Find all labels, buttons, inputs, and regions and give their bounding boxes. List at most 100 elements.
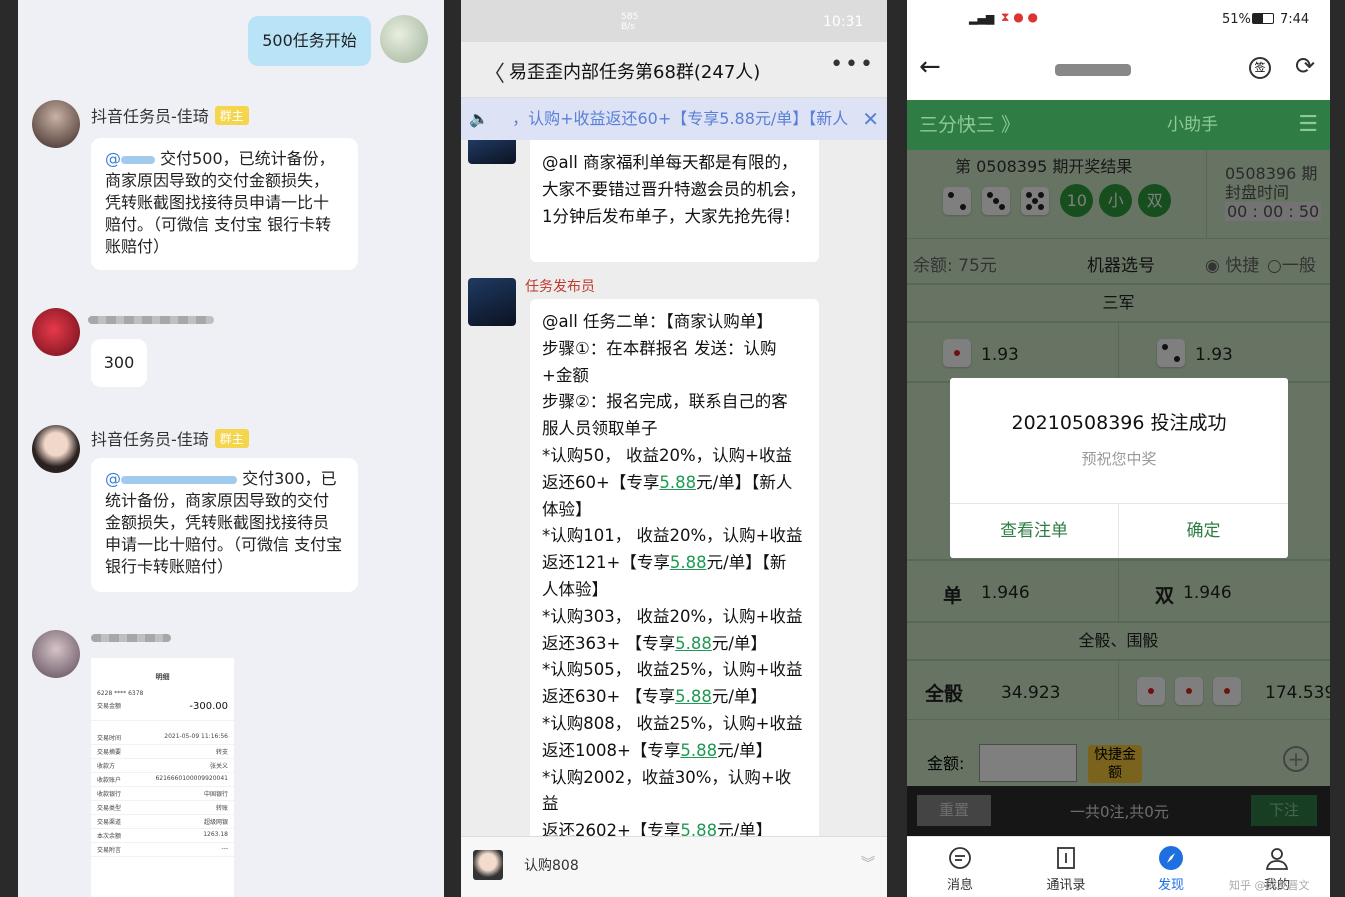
receipt-rows: 交易时间 2021-05-09 11:16:56 交易摘要 转支 收款方 张关义收款账户 6… [91, 731, 234, 857]
dialog-subtitle: 预祝您中奖 [1081, 450, 1157, 468]
receipt-row-key: 本次余额 [97, 833, 122, 840]
chat-header: 〈 易歪歪内部任务第68群(247人) ••• [461, 42, 887, 98]
bet-success-dialog: 20210508396 投注成功 预祝您中奖 查看注单 确定 [950, 378, 1288, 558]
game-name[interactable]: 三分快三 》 [919, 100, 1020, 150]
back-arrow-icon[interactable]: ← [919, 52, 941, 82]
price-link[interactable]: 5.88 [675, 687, 712, 706]
sent-message-bubble[interactable]: 500任务开始 [248, 16, 371, 66]
publisher-name: 任务发布员 [525, 279, 595, 295]
more-icon[interactable]: ••• [830, 52, 875, 77]
receipt-row: 交易摘要 转支 [91, 745, 234, 759]
redacted-name [121, 475, 237, 484]
sent-message-text: 500任务开始 [262, 31, 357, 50]
tab-messages[interactable]: 消息 [930, 845, 990, 893]
speaker-icon: 🔈 [469, 109, 489, 128]
message-bubble-1[interactable]: @ 交付500，已统计备份，商家原因导致的交付金额损失，凭转账截图找接待员申请一… [91, 138, 358, 270]
task-message-line: *认购101， 收益20%，认购+收益 [542, 526, 803, 546]
app-notification-icons: ⧗ ● ● [1001, 10, 1038, 24]
message-text-1: 交付500，已统计备份，商家原因导致的交付金额损失，凭转账截图找接待员申请一比十… [105, 149, 335, 256]
left-chat-panel: 500任务开始 抖音任务员-佳琦 群主 @ 交付500，已统计备份，商家原因导致的… [18, 0, 444, 897]
tab-discover[interactable]: 发现 [1141, 845, 1201, 893]
receipt-row-value: 转支 [215, 749, 228, 756]
task-message-line: *认购303， 收益20%，认购+收益 [542, 606, 803, 626]
publisher-avatar[interactable] [468, 278, 516, 326]
sender-name-1: 抖音任务员-佳琦 群主 [91, 103, 249, 127]
view-bets-button[interactable]: 查看注单 [950, 504, 1119, 558]
tab-contacts[interactable]: 通讯录 [1036, 845, 1096, 893]
task-message-line: *认购50， 收益20%，认购+收益 [542, 445, 792, 465]
message-bubble-1[interactable]: @all 商家福利单每天都是有限的，大家不要错过晋升特邀会员的机会，1分钟后发布… [530, 140, 819, 262]
middle-chat-panel: 585 B/s 10:31 〈 易歪歪内部任务第68群(247人) ••• 🔈 … [461, 0, 887, 897]
mention[interactable]: @ [105, 469, 121, 488]
receipt-row-value: 张关义 [209, 763, 228, 770]
receipt-row-key: 收款银行 [97, 791, 122, 798]
receipt-row-value: 1263.18 [203, 831, 228, 838]
sender-avatar-4[interactable] [32, 630, 80, 678]
message-text-1: @all 商家福利单每天都是有限的，大家不要错过晋升特邀会员的机会，1分钟后发布… [542, 153, 806, 226]
chevron-down-icon[interactable]: ︾ [861, 853, 875, 873]
contacts-icon [1057, 847, 1075, 869]
status-time: 10:31 [823, 14, 864, 30]
status-bar: 585 B/s 10:31 [461, 0, 887, 42]
lottery-app-panel: ▂▄▆ ⧗ ● ● 51% 7:44 ← 签 ⟳ 三分快三 》 小助手 ☰ 第 … [907, 0, 1330, 897]
ticket-icon[interactable]: 签 [1249, 57, 1271, 79]
mention[interactable]: @ [105, 149, 121, 168]
notice-text: ，认购+收益返还60+【专享5.88元/单】【新人 [512, 109, 849, 128]
receipt-row-value: 中国银行 [203, 791, 228, 798]
person-icon [1265, 848, 1289, 870]
redacted-title [1055, 64, 1131, 76]
task-message-line: 返还1008+【专享5.88元/单】 [542, 740, 773, 760]
signal-icon: ▂▄▆ [969, 12, 995, 25]
receipt-row: 收款账户 6216660100009920041 [91, 773, 234, 787]
price-link[interactable]: 5.88 [675, 634, 712, 653]
task-message-line: *认购2002，收益30%，认购+收益 [542, 767, 792, 814]
sender-avatar-1[interactable] [32, 100, 80, 148]
owner-tag: 群主 [214, 106, 249, 125]
receipt-row: 本次余额 1263.18 [91, 829, 234, 843]
receipt-row-value: 超级网银 [203, 819, 228, 826]
task-message-line: +金额 [542, 365, 589, 385]
battery-icon [1252, 13, 1274, 24]
message-bubble-3[interactable]: @ 交付300，已统计备份，商家原因导致的交付金额损失，凭转账截图找接待员申请一… [91, 458, 358, 592]
receipt-row: 交易渠道 超级网银 [91, 815, 234, 829]
reply-text: 认购808 [524, 858, 579, 874]
owner-tag: 群主 [214, 429, 249, 448]
bottom-reply-bar[interactable]: 认购808 ︾ [461, 836, 887, 897]
receipt-amount: -300.00 [189, 701, 228, 712]
confirm-button[interactable]: 确定 [1119, 504, 1288, 558]
group-notice-bar[interactable]: 🔈 ，认购+收益返还60+【专享5.88元/单】【新人 ✕ [461, 98, 887, 140]
close-icon[interactable]: ✕ [856, 98, 879, 140]
task-message-line: 返还121+【专享5.88元/单】【新 [542, 553, 787, 573]
receipt-image[interactable]: 明细 6228 **** 6378 交易金额 -300.00 交易时间 2021-0… [91, 658, 234, 897]
receipt-row-value: 6216660100009920041 [155, 775, 228, 782]
message-bubble-2[interactable]: @all 任务二单：【商家认购单】 步骤①：在本群报名 发送：认购 +金额 步骤②：报… [530, 299, 819, 859]
refresh-icon[interactable]: ⟳ [1295, 52, 1315, 80]
receipt-row-key: 交易时间 [97, 735, 122, 742]
self-avatar[interactable] [380, 15, 428, 63]
chat-title: 易歪歪内部任务第68群(247人) [509, 62, 761, 83]
chat-bubble-icon [949, 847, 971, 869]
menu-icon[interactable]: ☰ [1298, 100, 1318, 150]
redacted-name [121, 155, 155, 164]
task-message-line: 返还630+ 【专享5.88元/单】 [542, 687, 767, 707]
price-link[interactable]: 5.88 [659, 473, 696, 492]
receipt-row-key: 交易渠道 [97, 819, 122, 826]
receipt-amount-label: 交易金额 [97, 703, 122, 710]
task-message-line: @all 任务二单：【商家认购单】 [542, 312, 773, 331]
price-link[interactable]: 5.88 [680, 741, 717, 760]
price-link[interactable]: 5.88 [670, 553, 707, 572]
sender-avatar-2[interactable] [32, 308, 80, 356]
chevron-left-icon[interactable]: 〈 [483, 56, 505, 88]
task-message-line: 返还363+ 【专享5.88元/单】 [542, 633, 767, 653]
sender-avatar[interactable] [468, 140, 516, 164]
receipt-row: 收款方 张关义 [91, 759, 234, 773]
receipt-title: 明细 [155, 673, 170, 681]
message-bubble-2[interactable]: 300 [91, 339, 147, 387]
message-text-2: 300 [103, 353, 135, 372]
receipt-row: 收款银行 中国银行 [91, 787, 234, 801]
sender-avatar-3[interactable] [32, 425, 80, 473]
helper-link[interactable]: 小助手 [1167, 100, 1218, 150]
receipt-row-key: 收款账户 [97, 777, 122, 784]
receipt-row: 交易时间 2021-05-09 11:16:56 [91, 731, 234, 745]
task-message-text: @all 任务二单：【商家认购单】 步骤①：在本群报名 发送：认购 +金额 步骤②：报… [542, 309, 807, 859]
